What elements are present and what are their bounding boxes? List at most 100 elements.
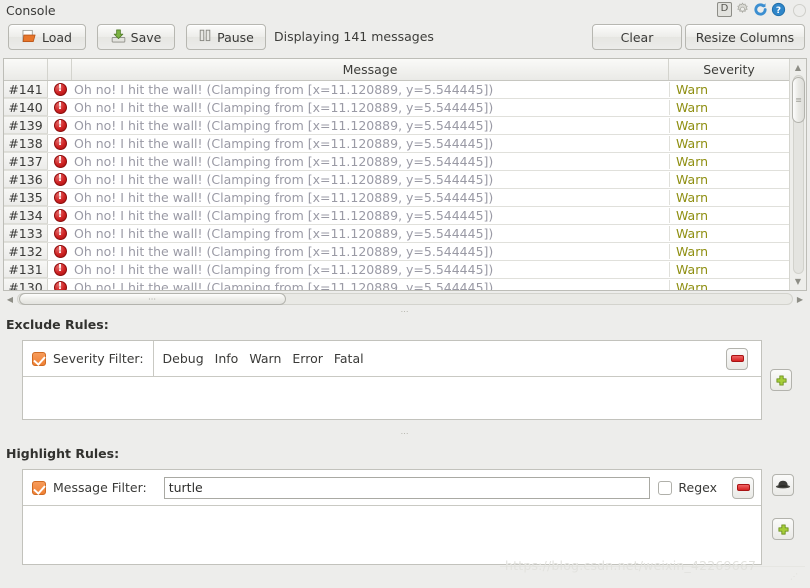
severity-options: Debug Info Warn Error Fatal (154, 351, 713, 366)
resize-grip-icon[interactable]: ⋰ (790, 572, 798, 581)
load-button[interactable]: Load (8, 24, 86, 50)
plus-icon (776, 522, 791, 537)
table-row[interactable]: #131 Oh no! I hit the wall! (Clamping fr… (4, 261, 806, 279)
row-icon-cell (48, 281, 72, 291)
error-icon (54, 263, 67, 276)
error-icon (54, 119, 67, 132)
row-icon-cell (48, 83, 72, 96)
highlight-rules-title: Highlight Rules: (6, 446, 119, 461)
regex-checkbox[interactable] (658, 481, 672, 495)
row-icon-cell (48, 137, 72, 150)
table-row[interactable]: #130 Oh no! I hit the wall! (Clamping fr… (4, 279, 806, 291)
highlight-rule-remove-cell (725, 470, 761, 505)
severity-option-fatal[interactable]: Fatal (334, 351, 364, 366)
table-row[interactable]: #135 Oh no! I hit the wall! (Clamping fr… (4, 189, 806, 207)
status-message: Displaying 141 messages (274, 29, 434, 44)
pause-button[interactable]: Pause (186, 24, 266, 50)
severity-filter-checkbox[interactable] (32, 352, 46, 366)
severity-option-debug[interactable]: Debug (163, 351, 204, 366)
add-highlight-rule-button[interactable] (772, 518, 794, 540)
save-button[interactable]: Save (97, 24, 175, 50)
row-message: Oh no! I hit the wall! (Clamping from [x… (72, 136, 669, 151)
scroll-right-icon[interactable]: ▶ (793, 292, 807, 306)
row-number: #131 (4, 261, 48, 278)
row-icon-cell (48, 263, 72, 276)
exclude-rule-row[interactable]: Severity Filter: Debug Info Warn Error F… (23, 341, 761, 377)
message-table: Message Severity #141 Oh no! I hit the w… (3, 58, 807, 291)
horizontal-scroll-thumb[interactable]: ⋯ (19, 293, 286, 305)
scroll-left-icon[interactable]: ◀ (3, 292, 17, 306)
table-vertical-scrollbar[interactable]: ▲ ≡ ▼ (789, 59, 806, 290)
column-header-message[interactable]: Message (72, 59, 669, 80)
row-severity: Warn (669, 244, 789, 259)
row-message: Oh no! I hit the wall! (Clamping from [x… (72, 262, 669, 277)
column-header-icon[interactable] (48, 59, 72, 80)
row-number: #136 (4, 171, 48, 188)
remove-exclude-rule-button[interactable] (726, 348, 748, 370)
splitter-handle-bottom[interactable]: ⋯ (0, 428, 810, 438)
table-row[interactable]: #137 Oh no! I hit the wall! (Clamping fr… (4, 153, 806, 171)
table-row[interactable]: #140 Oh no! I hit the wall! (Clamping fr… (4, 99, 806, 117)
exclude-rules-title: Exclude Rules: (6, 317, 109, 332)
clear-button[interactable]: Clear (592, 24, 682, 50)
folder-icon (22, 29, 37, 46)
svg-text:?: ? (776, 6, 781, 16)
minus-icon (737, 484, 750, 491)
message-filter-label: Message Filter: (53, 480, 147, 495)
scroll-up-icon[interactable]: ▲ (790, 60, 806, 75)
window-title: Console (6, 3, 56, 18)
table-row[interactable]: #138 Oh no! I hit the wall! (Clamping fr… (4, 135, 806, 153)
pause-icon (198, 29, 212, 45)
row-severity: Warn (669, 226, 789, 241)
table-row[interactable]: #133 Oh no! I hit the wall! (Clamping fr… (4, 225, 806, 243)
regex-option[interactable]: Regex (658, 480, 725, 495)
scroll-down-icon[interactable]: ▼ (790, 274, 806, 289)
row-severity: Warn (669, 280, 789, 291)
column-header-number[interactable] (4, 59, 48, 80)
row-severity: Warn (669, 82, 789, 97)
error-icon (54, 173, 67, 186)
row-message: Oh no! I hit the wall! (Clamping from [x… (72, 208, 669, 223)
reload-icon[interactable] (753, 2, 768, 17)
table-row[interactable]: #134 Oh no! I hit the wall! (Clamping fr… (4, 207, 806, 225)
minus-icon (731, 355, 744, 362)
error-icon (54, 83, 67, 96)
dock-icon[interactable]: D (717, 2, 732, 17)
row-severity: Warn (669, 190, 789, 205)
help-icon[interactable]: ? (771, 2, 786, 17)
resize-columns-button[interactable]: Resize Columns (685, 24, 805, 50)
severity-option-info[interactable]: Info (215, 351, 239, 366)
row-message: Oh no! I hit the wall! (Clamping from [x… (72, 82, 669, 97)
table-row[interactable]: #139 Oh no! I hit the wall! (Clamping fr… (4, 117, 806, 135)
table-row[interactable]: #132 Oh no! I hit the wall! (Clamping fr… (4, 243, 806, 261)
add-exclude-rule-button[interactable] (770, 369, 792, 391)
column-header-severity[interactable]: Severity (669, 59, 789, 80)
load-button-label: Load (42, 30, 72, 45)
severity-option-warn[interactable]: Warn (249, 351, 281, 366)
error-icon (54, 281, 67, 291)
gear-icon[interactable] (735, 2, 750, 17)
message-filter-checkbox[interactable] (32, 481, 46, 495)
remove-highlight-rule-button[interactable] (732, 477, 754, 499)
row-number: #137 (4, 153, 48, 170)
console-window: Console D ? (0, 0, 810, 588)
message-filter-input[interactable]: turtle (164, 477, 651, 499)
row-message: Oh no! I hit the wall! (Clamping from [x… (72, 172, 669, 187)
error-icon (54, 155, 67, 168)
highlight-rule-row[interactable]: Message Filter: turtle Regex (23, 470, 761, 506)
severity-option-error[interactable]: Error (292, 351, 322, 366)
close-icon[interactable] (793, 4, 806, 17)
row-number: #130 (4, 279, 48, 291)
row-icon-cell (48, 191, 72, 204)
save-disk-icon (111, 29, 126, 46)
hide-messages-button[interactable] (772, 474, 794, 496)
row-message: Oh no! I hit the wall! (Clamping from [x… (72, 226, 669, 241)
thumb-grip-icon: ≡ (795, 99, 802, 102)
splitter-handle-top[interactable]: ⋯ (0, 306, 810, 316)
table-row[interactable]: #136 Oh no! I hit the wall! (Clamping fr… (4, 171, 806, 189)
table-row[interactable]: #141 Oh no! I hit the wall! (Clamping fr… (4, 81, 806, 99)
table-horizontal-scrollbar[interactable]: ◀ ⋯ ▶ (3, 291, 807, 307)
row-message: Oh no! I hit the wall! (Clamping from [x… (72, 280, 669, 291)
row-number: #139 (4, 117, 48, 134)
vertical-scroll-thumb[interactable]: ≡ (792, 77, 805, 123)
